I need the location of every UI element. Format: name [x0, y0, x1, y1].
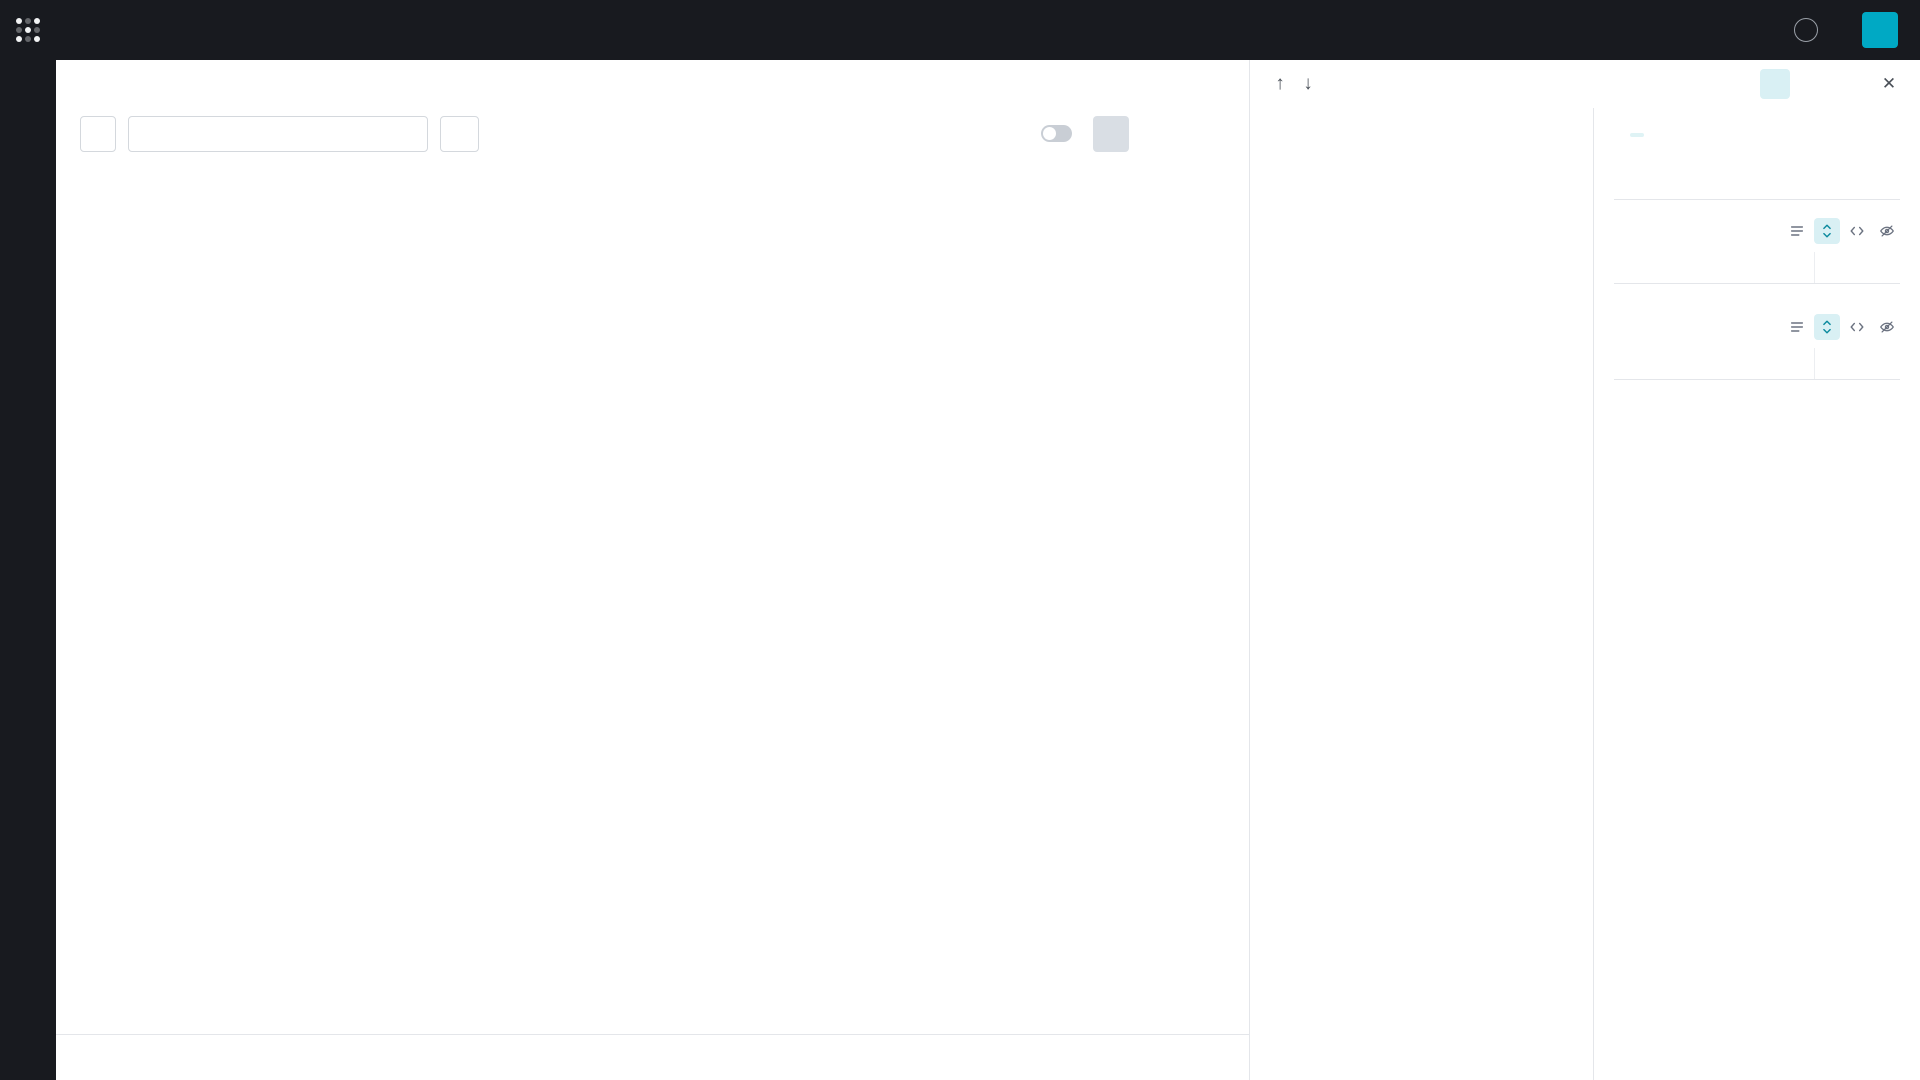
call-detail-tabs	[1614, 160, 1900, 200]
output-value-column-header	[1814, 348, 1900, 379]
traces-main	[56, 60, 1250, 1080]
next-call-button[interactable]: ↓	[1294, 70, 1322, 98]
trace-tree-panel	[1250, 108, 1593, 1080]
prev-call-button[interactable]: ↑	[1266, 70, 1294, 98]
code-view-icon[interactable]	[1844, 218, 1870, 244]
column-settings-icon[interactable]	[1189, 116, 1225, 152]
traces-toolbar	[56, 110, 1249, 157]
inputs-table-header	[1614, 252, 1900, 284]
inputs-value-column-header	[1814, 252, 1900, 283]
hide-values-icon[interactable]	[1874, 314, 1900, 340]
tree-view-icon[interactable]	[1760, 69, 1790, 99]
call-panel-header: ↑ ↓ ✕	[1250, 60, 1920, 108]
inputs-section-header	[1614, 218, 1900, 244]
list-view-icon[interactable]	[1784, 218, 1810, 244]
filter-button[interactable]	[440, 116, 479, 152]
call-id-badge	[1630, 133, 1644, 137]
call-side-panel: ↑ ↓ ✕	[1250, 60, 1920, 1080]
wandb-logo-dots	[16, 18, 40, 42]
export-icon[interactable]	[1141, 116, 1177, 152]
close-icon[interactable]: ✕	[1874, 69, 1904, 99]
output-section-header	[1614, 314, 1900, 340]
more-options-icon[interactable]	[1874, 122, 1900, 148]
sidebar	[0, 60, 56, 1080]
refresh-button[interactable]	[80, 116, 116, 152]
call-detail-panel	[1593, 108, 1920, 1080]
signup-button[interactable]	[1862, 12, 1898, 48]
metrics-toggle[interactable]	[1041, 125, 1072, 142]
topbar	[0, 0, 1920, 60]
topbar-right	[1794, 12, 1920, 48]
code-view-icon[interactable]	[1844, 314, 1870, 340]
compare-button[interactable]	[1093, 116, 1129, 152]
call-detail-header	[1614, 108, 1900, 160]
hide-values-icon[interactable]	[1874, 218, 1900, 244]
edit-pencil-icon[interactable]	[1798, 69, 1828, 99]
list-view-icon[interactable]	[1784, 314, 1810, 340]
expand-values-icon[interactable]	[1814, 218, 1840, 244]
output-table-header	[1614, 348, 1900, 380]
weave-app: ↑ ↓ ✕	[0, 0, 1920, 1080]
expand-values-icon[interactable]	[1814, 314, 1840, 340]
traces-table-wrap	[56, 157, 1249, 1034]
wandb-logo[interactable]	[0, 18, 56, 42]
fullscreen-icon[interactable]	[1836, 69, 1866, 99]
op-version-select[interactable]	[128, 116, 428, 152]
pagination	[56, 1034, 1249, 1080]
next-page-button[interactable]	[166, 1047, 188, 1069]
previous-page-button[interactable]	[100, 1047, 122, 1069]
help-icon[interactable]	[1794, 18, 1818, 42]
